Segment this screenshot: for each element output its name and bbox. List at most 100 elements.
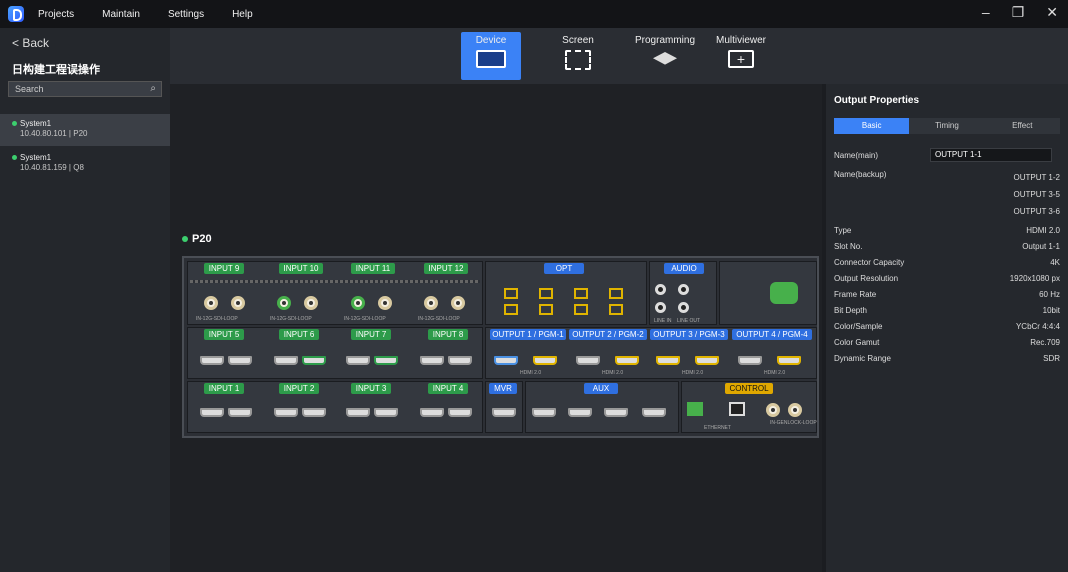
genlock-connector-icon[interactable] [788, 403, 802, 417]
fiber-port-icon[interactable] [609, 304, 623, 315]
hdmi-port-icon[interactable] [346, 408, 370, 417]
ethernet-port-icon[interactable] [687, 402, 703, 416]
hdmi-port-icon[interactable] [420, 356, 444, 365]
back-button[interactable]: < Back [12, 36, 49, 50]
hdmi-port-icon[interactable] [274, 408, 298, 417]
fiber-port-icon[interactable] [504, 288, 518, 299]
sdi-connector-icon[interactable] [351, 296, 365, 310]
hdmi-port-icon[interactable] [656, 356, 680, 365]
fiber-port-icon[interactable] [574, 304, 588, 315]
output-label[interactable]: OUTPUT 4 / PGM-4 [732, 329, 812, 340]
hdmi-port-icon[interactable] [200, 408, 224, 417]
hdmi-port-icon[interactable] [302, 408, 326, 417]
ethernet-port-icon[interactable] [729, 402, 745, 416]
hdmi-port-icon[interactable] [777, 356, 801, 365]
properties-tabs: Basic Timing Effect [834, 118, 1060, 134]
fiber-port-icon[interactable] [504, 304, 518, 315]
opt-label[interactable]: OPT [544, 263, 584, 274]
output-label[interactable]: OUTPUT 2 / PGM-2 [569, 329, 647, 340]
input-label[interactable]: INPUT 5 [204, 329, 244, 340]
tab-basic[interactable]: Basic [834, 118, 910, 134]
input-label[interactable]: INPUT 8 [428, 329, 468, 340]
menu-maintain[interactable]: Maintain [102, 9, 140, 20]
menu-help[interactable]: Help [232, 9, 253, 20]
input-label[interactable]: INPUT 4 [428, 383, 468, 394]
hdmi-port-icon[interactable] [448, 408, 472, 417]
sdi-connector-icon[interactable] [231, 296, 245, 310]
hdmi-port-icon[interactable] [228, 408, 252, 417]
input-label[interactable]: INPUT 7 [351, 329, 391, 340]
audio-jack-icon[interactable] [655, 284, 666, 295]
system-item[interactable]: System1 10.40.81.159 | Q8 [0, 150, 170, 182]
sdi-connector-icon[interactable] [451, 296, 465, 310]
tab-device[interactable]: Device [461, 32, 521, 80]
input-label[interactable]: INPUT 2 [279, 383, 319, 394]
output-label[interactable]: OUTPUT 3 / PGM-3 [650, 329, 728, 340]
fiber-port-icon[interactable] [539, 288, 553, 299]
input-label[interactable]: INPUT 1 [204, 383, 244, 394]
hdmi-port-icon[interactable] [200, 356, 224, 365]
hdmi-port-icon[interactable] [274, 356, 298, 365]
sdi-connector-icon[interactable] [204, 296, 218, 310]
hdmi-port-icon[interactable] [576, 356, 600, 365]
tab-multiviewer[interactable]: Multiviewer + [710, 32, 772, 80]
tab-timing[interactable]: Timing [909, 118, 984, 134]
aux-label[interactable]: AUX [584, 383, 618, 394]
tab-effect[interactable]: Effect [985, 118, 1060, 134]
menu-settings[interactable]: Settings [168, 9, 204, 20]
hdmi-port-icon[interactable] [615, 356, 639, 365]
hdmi-port-icon[interactable] [448, 356, 472, 365]
search-icon[interactable]: ⌕ [150, 82, 156, 96]
hdmi-port-icon[interactable] [533, 356, 557, 365]
close-icon[interactable]: ✕ [1046, 4, 1058, 21]
input-label[interactable]: INPUT 12 [424, 263, 468, 274]
system-item[interactable]: System1 10.40.80.101 | P20 [0, 114, 170, 146]
hdmi-port-icon[interactable] [642, 408, 666, 417]
hdmi-port-icon[interactable] [568, 408, 592, 417]
tab-programming[interactable]: Programming [625, 32, 705, 80]
sdi-connector-icon[interactable] [304, 296, 318, 310]
name-main-input[interactable]: OUTPUT 1-1 [930, 148, 1052, 162]
hdmi-port-icon[interactable] [374, 356, 398, 365]
mvr-label[interactable]: MVR [489, 383, 517, 394]
menu-projects[interactable]: Projects [38, 9, 74, 20]
sdi-connector-icon[interactable] [378, 296, 392, 310]
search-input[interactable]: Search ⌕ [8, 81, 162, 97]
prop-color-sample: Color/Sample YCbCr 4:4:4 [834, 322, 1060, 331]
fiber-port-icon[interactable] [574, 288, 588, 299]
input-label[interactable]: INPUT 11 [351, 263, 395, 274]
genlock-connector-icon[interactable] [766, 403, 780, 417]
output-label[interactable]: OUTPUT 1 / PGM-1 [490, 329, 566, 340]
hdmi-port-icon[interactable] [492, 408, 516, 417]
hdmi-port-icon[interactable] [420, 408, 444, 417]
audio-jack-icon[interactable] [655, 302, 666, 313]
hdmi-port-icon[interactable] [532, 408, 556, 417]
input-label[interactable]: INPUT 6 [279, 329, 319, 340]
audio-label[interactable]: AUDIO [664, 263, 704, 274]
audio-jack-icon[interactable] [678, 302, 689, 313]
screen-icon [565, 50, 591, 70]
fiber-port-icon[interactable] [539, 304, 553, 315]
fiber-port-icon[interactable] [609, 288, 623, 299]
hdmi-port-icon[interactable] [228, 356, 252, 365]
online-status-icon [12, 155, 17, 160]
hdmi-label: HDMI 2.0 [764, 370, 786, 376]
sdi-label: IN-12G-SDI-LOOP [270, 316, 312, 322]
hdmi-port-icon[interactable] [695, 356, 719, 365]
tab-screen[interactable]: Screen [548, 32, 608, 80]
sdi-connector-icon[interactable] [277, 296, 291, 310]
minimize-icon[interactable]: – [982, 4, 990, 21]
input-label[interactable]: INPUT 10 [279, 263, 323, 274]
hdmi-port-icon[interactable] [302, 356, 326, 365]
hdmi-port-icon[interactable] [374, 408, 398, 417]
audio-jack-icon[interactable] [678, 284, 689, 295]
input-label[interactable]: INPUT 9 [204, 263, 244, 274]
hdmi-port-icon[interactable] [738, 356, 762, 365]
restore-icon[interactable]: ❐ [1012, 4, 1025, 21]
input-label[interactable]: INPUT 3 [351, 383, 391, 394]
control-label[interactable]: CONTROL [725, 383, 773, 394]
hdmi-port-icon[interactable] [494, 356, 518, 365]
hdmi-port-icon[interactable] [346, 356, 370, 365]
sdi-connector-icon[interactable] [424, 296, 438, 310]
hdmi-port-icon[interactable] [604, 408, 628, 417]
